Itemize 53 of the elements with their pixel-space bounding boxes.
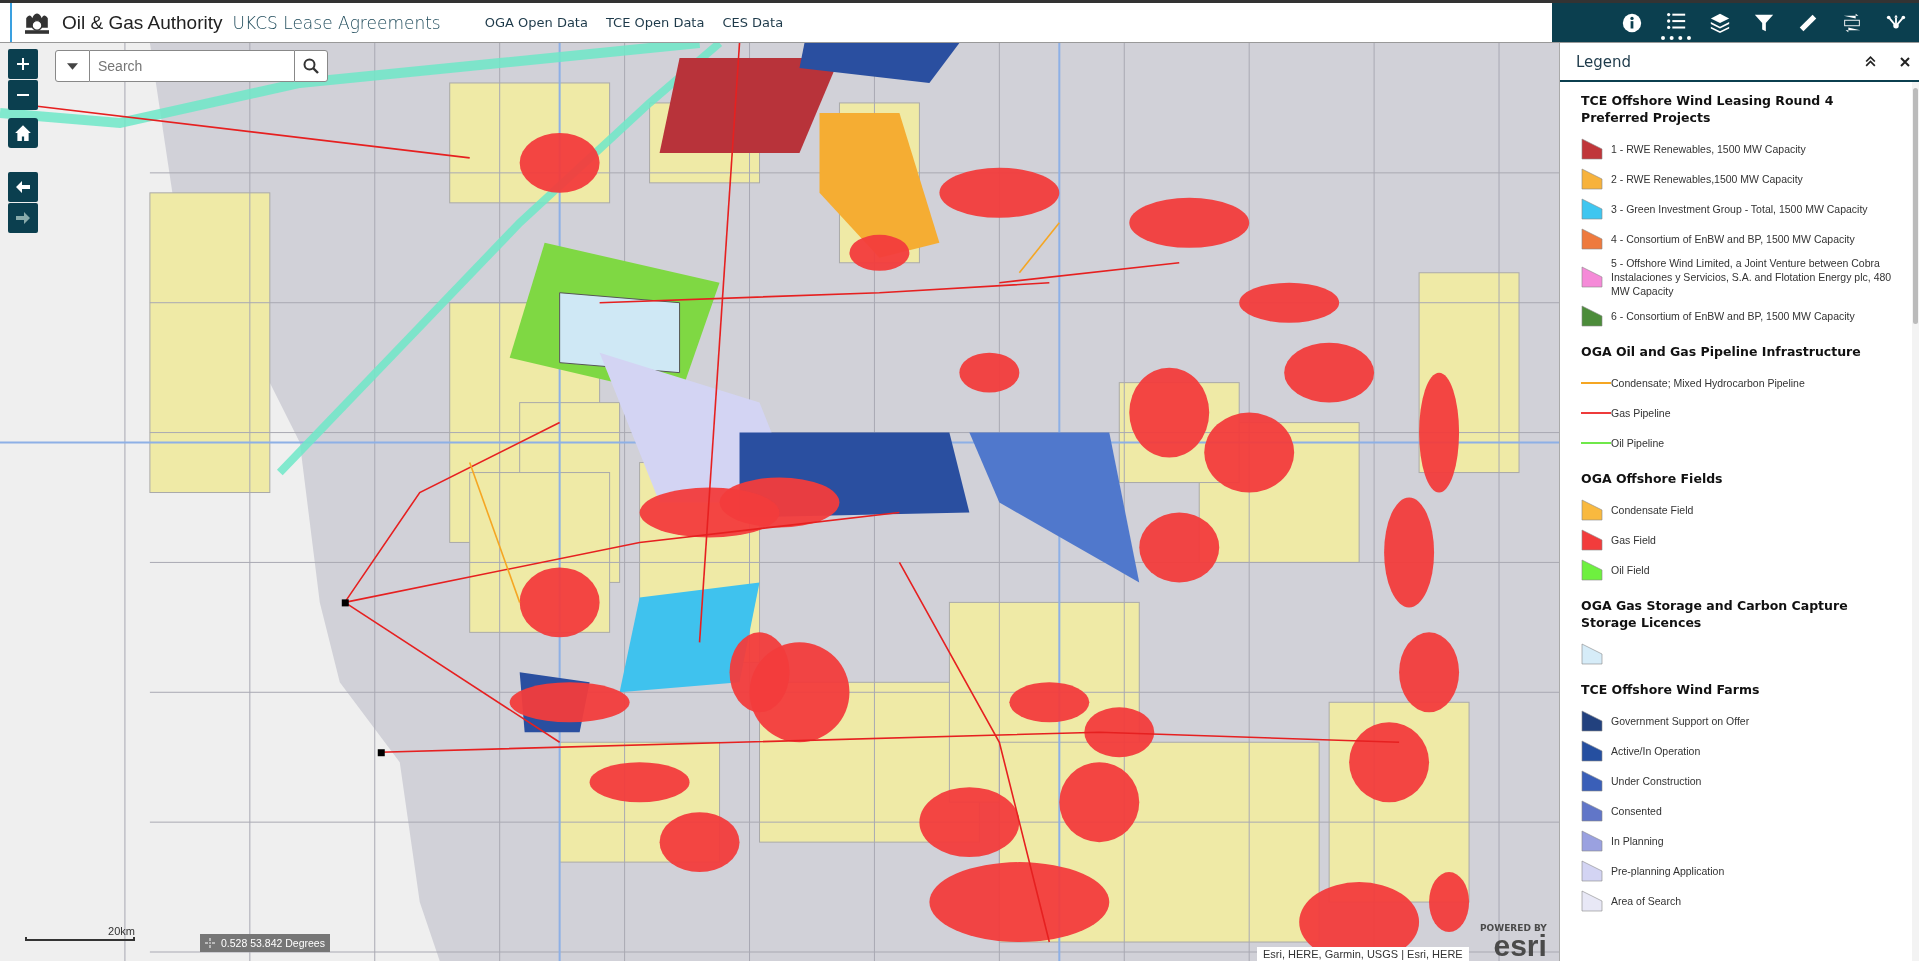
organisation-name: Oil & Gas Authority: [62, 11, 223, 34]
legend-item-label: 6 - Consortium of EnBW and BP, 1500 MW Capacity: [1611, 308, 1855, 323]
legend-item-label: Oil Field: [1611, 562, 1650, 577]
scale-label: 20km: [108, 925, 135, 937]
legend-section-title: OGA Oil and Gas Pipeline Infrastructure: [1581, 343, 1862, 360]
minus-icon: [17, 94, 29, 96]
coordinates-text: 0.528 53.842 Degrees: [221, 937, 325, 949]
legend-item-label: Consented: [1611, 803, 1662, 818]
legend-item-label: Under Construction: [1611, 773, 1702, 788]
previous-extent-button[interactable]: [8, 172, 38, 202]
header-link[interactable]: CES Data: [722, 15, 784, 30]
next-extent-button[interactable]: [8, 203, 38, 233]
legend-section-title: OGA Offshore Fields: [1581, 470, 1724, 487]
legend-item-label: 4 - Consortium of EnBW and BP, 1500 MW Capacity: [1611, 231, 1855, 246]
crest-icon: [22, 10, 52, 35]
legend-item-label: Gas Pipeline: [1611, 405, 1671, 420]
plus-icon: [15, 56, 31, 72]
left-arrow-icon: [15, 179, 31, 195]
legend-item-label: Oil Pipeline: [1611, 435, 1665, 450]
powered-by-text: POWERED BY: [1480, 923, 1547, 933]
attribution-text: Esri, HERE, Garmin, USGS | Esri, HERE: [1257, 947, 1469, 961]
legend-item-label: Area of Search: [1611, 893, 1682, 908]
legend-item-label: In Planning: [1611, 833, 1664, 848]
collapse-icon[interactable]: [1864, 55, 1877, 68]
header-link[interactable]: OGA Open Data: [484, 15, 588, 30]
home-button[interactable]: [8, 118, 38, 148]
legend-item-label: Condensate Field: [1611, 502, 1694, 517]
legend-item-label: Gas Field: [1611, 532, 1656, 547]
zoom-out-button[interactable]: [8, 80, 38, 110]
right-arrow-icon: [15, 210, 31, 226]
home-icon: [14, 124, 32, 142]
legend-item-label: Government Support on Offer: [1611, 713, 1750, 728]
legend-item-label: 1 - RWE Renewables, 1500 MW Capacity: [1611, 141, 1806, 156]
legend-title: Legend: [1576, 52, 1633, 71]
scrollbar-thumb[interactable]: [1913, 88, 1918, 324]
app-title: UKCS Lease Agreements: [232, 12, 441, 33]
legend-section-title: TCE Offshore Wind Farms: [1581, 681, 1761, 698]
legend-section-title: OGA Gas Storage and Carbon Capture Storage Licences: [1581, 597, 1849, 631]
legend-item-label: Condensate; Mixed Hydrocarbon Pipeline: [1611, 375, 1805, 390]
legend-section-title: TCE Offshore Wind Leasing Round 4 Preferred Projects: [1581, 92, 1835, 126]
esri-logo: esri: [1493, 933, 1547, 959]
header-link[interactable]: TCE Open Data: [605, 15, 705, 30]
search-field[interactable]: Search: [90, 50, 294, 82]
legend-item-label: 2 - RWE Renewables,1500 MW Capacity: [1611, 171, 1803, 186]
search-icon[interactable]: [294, 50, 328, 82]
legend-item-label: 3 - Green Investment Group - Total, 1500 MW Capacity: [1611, 201, 1868, 216]
close-icon[interactable]: [1899, 55, 1911, 68]
zoom-in-button[interactable]: [8, 49, 38, 79]
crosshair-icon: [205, 938, 215, 948]
legend-item-label: Active/In Operation: [1611, 743, 1701, 758]
legend-item-label: 5 - Offshore Wind Limited, a Joint Venture between Cobra Instalaciones y Servicios, S.A. and Flotation Energy plc, 480 MW Capacity: [1611, 256, 1893, 298]
dropdown-caret-icon[interactable]: [55, 50, 90, 82]
legend-item-label: Pre-planning Application: [1611, 863, 1725, 878]
